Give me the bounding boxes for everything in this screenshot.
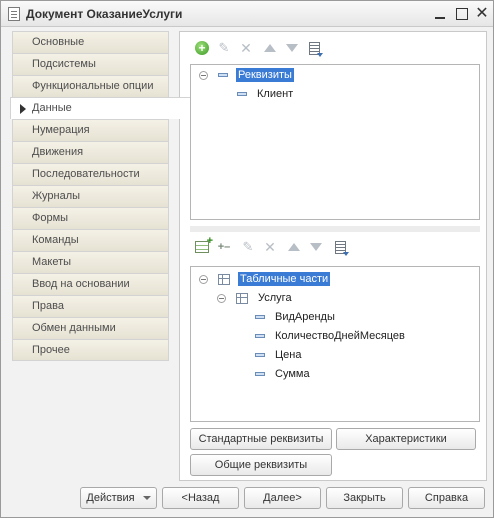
add-attribute-button[interactable]: + bbox=[194, 40, 210, 56]
tree-root-attributes[interactable]: Реквизиты bbox=[199, 67, 294, 83]
sort-list-icon[interactable] bbox=[332, 239, 349, 256]
chevron-down-icon bbox=[142, 496, 151, 501]
tree-item-label: КоличествоДнейМесяцев bbox=[275, 330, 405, 342]
tree-item-label: ВидАренды bbox=[275, 311, 335, 323]
title-bar: Документ ОказаниеУслуги ✕ bbox=[1, 1, 493, 27]
table-icon bbox=[236, 292, 248, 304]
sidebar-item-forms[interactable]: Формы bbox=[12, 207, 169, 229]
add-table-icon bbox=[195, 235, 213, 253]
sidebar-item-rights[interactable]: Права bbox=[12, 295, 169, 317]
close-button[interactable]: Закрыть bbox=[326, 487, 403, 509]
tree-item-label: Сумма bbox=[275, 368, 310, 380]
sidebar-item-journals[interactable]: Журналы bbox=[12, 185, 169, 207]
tree-item-label: Клиент bbox=[257, 88, 294, 100]
move-up-icon[interactable] bbox=[286, 239, 302, 255]
sidebar-item-subsystems[interactable]: Подсистемы bbox=[12, 53, 169, 75]
sidebar: Основные Подсистемы Функциональные опции… bbox=[10, 31, 190, 361]
edit-pencil-icon[interactable]: ✎ bbox=[216, 40, 232, 56]
panel-splitter[interactable] bbox=[190, 226, 480, 232]
tree-item-label: Цена bbox=[275, 349, 302, 361]
attribute-icon bbox=[255, 315, 265, 319]
sidebar-item-sequences[interactable]: Последовательности bbox=[12, 163, 169, 185]
tabular-toolbar: +– ✎ ✕ bbox=[194, 235, 364, 257]
maximize-button[interactable] bbox=[453, 5, 471, 23]
sidebar-item-templates[interactable]: Макеты bbox=[12, 251, 169, 273]
sidebar-item-movements[interactable]: Движения bbox=[12, 141, 169, 163]
actions-dropdown[interactable]: Действия bbox=[80, 487, 157, 509]
designer-window: Документ ОказаниеУслуги ✕ Основные Подси… bbox=[0, 0, 494, 518]
help-button[interactable]: Справка bbox=[408, 487, 485, 509]
tree-root-label: Реквизиты bbox=[236, 68, 294, 82]
next-button[interactable]: Далее> bbox=[244, 487, 321, 509]
tree-item[interactable]: ВидАренды bbox=[255, 309, 337, 325]
sidebar-item-other[interactable]: Прочее bbox=[12, 339, 169, 361]
sidebar-item-main[interactable]: Основные bbox=[12, 31, 169, 53]
actions-label: Действия bbox=[86, 492, 135, 504]
tree-root-tabular-parts[interactable]: Табличные части bbox=[199, 271, 331, 287]
tabular-parts-tree[interactable]: Табличные части Услуга ВидАренды Количес… bbox=[190, 266, 480, 422]
sidebar-item-functional-options[interactable]: Функциональные опции bbox=[12, 75, 169, 97]
tree-section[interactable]: Услуга bbox=[217, 290, 294, 306]
collapse-icon[interactable] bbox=[199, 70, 208, 80]
attribute-icon bbox=[255, 334, 265, 338]
common-attributes-button[interactable]: Общие реквизиты bbox=[190, 454, 332, 476]
delete-cross-icon[interactable]: ✕ bbox=[238, 40, 254, 56]
standard-attributes-button[interactable]: Стандартные реквизиты bbox=[190, 428, 332, 450]
back-button[interactable]: <Назад bbox=[162, 487, 239, 509]
sidebar-item-commands[interactable]: Команды bbox=[12, 229, 169, 251]
window-title: Документ ОказаниеУслуги bbox=[26, 7, 183, 21]
sidebar-item-input-on-basis[interactable]: Ввод на основании bbox=[12, 273, 169, 295]
attribute-icon bbox=[237, 92, 247, 96]
bottom-button-bar: Действия <Назад Далее> Закрыть Справка bbox=[1, 485, 493, 517]
attributes-toolbar: + ✎ ✕ bbox=[194, 40, 344, 58]
add-icon: + bbox=[195, 41, 209, 55]
delete-cross-icon[interactable]: ✕ bbox=[262, 239, 278, 255]
sidebar-item-data[interactable]: Данные bbox=[10, 97, 190, 119]
table-icon bbox=[218, 273, 230, 285]
sort-list-icon[interactable] bbox=[306, 40, 323, 57]
data-panel: + ✎ ✕ Реквизиты Клиент +– ✎ ✕ bbox=[179, 31, 487, 481]
close-window-button[interactable]: ✕ bbox=[473, 5, 491, 23]
collapse-icon[interactable] bbox=[217, 293, 226, 303]
attributes-tree[interactable]: Реквизиты Клиент bbox=[190, 64, 480, 220]
attribute-icon bbox=[255, 372, 265, 376]
characteristics-button[interactable]: Характеристики bbox=[336, 428, 476, 450]
move-down-icon[interactable] bbox=[308, 239, 324, 255]
sidebar-item-data-exchange[interactable]: Обмен данными bbox=[12, 317, 169, 339]
tree-item[interactable]: КоличествоДнейМесяцев bbox=[255, 328, 407, 344]
collapse-icon[interactable] bbox=[199, 274, 208, 284]
move-up-icon[interactable] bbox=[262, 40, 278, 56]
tree-item[interactable]: Клиент bbox=[237, 86, 295, 102]
add-table-button[interactable] bbox=[194, 235, 213, 255]
attribute-icon bbox=[255, 353, 265, 357]
attribute-icon bbox=[218, 73, 228, 77]
add-subitem-icon[interactable]: +– bbox=[216, 239, 232, 255]
minimize-button[interactable] bbox=[431, 5, 449, 23]
document-icon bbox=[8, 7, 20, 21]
edit-pencil-icon[interactable]: ✎ bbox=[240, 239, 256, 255]
move-down-icon[interactable] bbox=[284, 40, 300, 56]
tree-section-label: Услуга bbox=[258, 292, 292, 304]
tree-item[interactable]: Цена bbox=[255, 347, 303, 363]
sidebar-item-numbering[interactable]: Нумерация bbox=[12, 119, 169, 141]
tree-root-label: Табличные части bbox=[238, 272, 331, 286]
tree-item[interactable]: Сумма bbox=[255, 366, 312, 382]
